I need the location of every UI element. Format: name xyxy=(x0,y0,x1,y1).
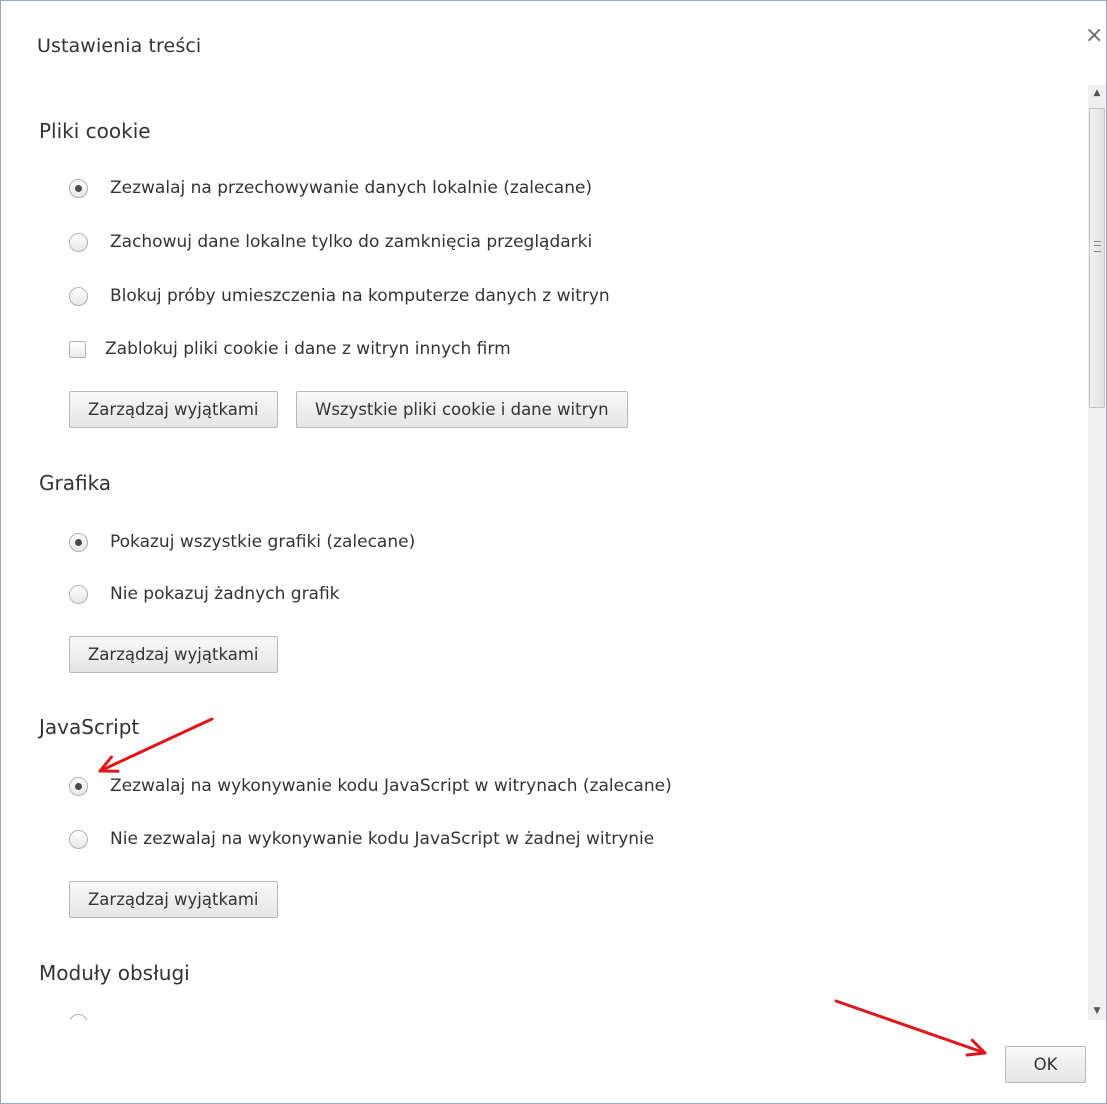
radio-button-partial[interactable] xyxy=(69,1014,88,1020)
radio-option-cookies-allow[interactable]: Zezwalaj na przechowywanie danych lokaln… xyxy=(69,175,592,201)
scroll-up-arrow-icon[interactable]: ▲ xyxy=(1088,85,1106,102)
radio-label: Nie pokazuj żadnych grafik xyxy=(110,584,340,604)
radio-option-cookies-session[interactable]: Zachowuj dane lokalne tylko do zamknięci… xyxy=(69,229,592,255)
radio-label: Zachowuj dane lokalne tylko do zamknięci… xyxy=(110,232,593,252)
radio-button[interactable] xyxy=(69,776,88,796)
vertical-scrollbar[interactable]: ▲ ▼ xyxy=(1088,85,1106,1020)
radio-label: Zezwalaj na wykonywanie kodu JavaScript … xyxy=(110,776,672,796)
all-cookies-button[interactable]: Wszystkie pliki cookie i dane witryn xyxy=(296,391,628,428)
radio-button[interactable] xyxy=(69,286,88,306)
section-title-plugins: Moduły obsługi xyxy=(39,961,190,985)
checkbox-option-block-third-party[interactable]: Zablokuj pliki cookie i dane z witryn in… xyxy=(69,336,511,362)
checkbox[interactable] xyxy=(69,340,86,358)
radio-button[interactable] xyxy=(69,584,88,604)
radio-label: Blokuj próby umieszczenia na komputerze … xyxy=(110,286,610,306)
radio-button[interactable] xyxy=(69,829,88,849)
content-settings-dialog: Ustawienia treści × Pliki cookie Zezwala… xyxy=(0,0,1107,1104)
scroll-down-arrow-icon[interactable]: ▼ xyxy=(1088,1003,1106,1020)
close-icon[interactable]: × xyxy=(1085,25,1103,47)
cookies-manage-exceptions-button[interactable]: Zarządzaj wyjątkami xyxy=(69,391,278,428)
radio-label: Zezwalaj na przechowywanie danych lokaln… xyxy=(110,178,593,198)
radio-option-cookies-block[interactable]: Blokuj próby umieszczenia na komputerze … xyxy=(69,283,610,309)
radio-label: Pokazuj wszystkie grafiki (zalecane) xyxy=(110,532,416,552)
radio-button[interactable] xyxy=(69,532,88,552)
radio-label: Nie zezwalaj na wykonywanie kodu JavaScr… xyxy=(110,829,655,849)
checkbox-label: Zablokuj pliki cookie i dane z witryn in… xyxy=(105,339,511,359)
scrollbar-thumb[interactable] xyxy=(1089,108,1105,408)
radio-button[interactable] xyxy=(69,178,88,198)
section-title-images: Grafika xyxy=(39,471,112,495)
radio-option-images-hide[interactable]: Nie pokazuj żadnych grafik xyxy=(69,581,340,607)
dialog-title: Ustawienia treści xyxy=(37,35,202,57)
radio-option-js-allow[interactable]: Zezwalaj na wykonywanie kodu JavaScript … xyxy=(69,773,672,799)
grip-icon xyxy=(1094,241,1101,252)
js-manage-exceptions-button[interactable]: Zarządzaj wyjątkami xyxy=(69,881,278,918)
radio-option-js-block[interactable]: Nie zezwalaj na wykonywanie kodu JavaScr… xyxy=(69,826,654,852)
section-title-javascript: JavaScript xyxy=(39,715,140,739)
ok-button[interactable]: OK xyxy=(1005,1046,1086,1083)
radio-option-images-show[interactable]: Pokazuj wszystkie grafiki (zalecane) xyxy=(69,529,415,555)
radio-button[interactable] xyxy=(69,232,88,252)
section-title-cookies: Pliki cookie xyxy=(39,119,151,143)
settings-scroll-area: Pliki cookie Zezwalaj na przechowywanie … xyxy=(1,85,1086,1020)
images-manage-exceptions-button[interactable]: Zarządzaj wyjątkami xyxy=(69,636,278,673)
